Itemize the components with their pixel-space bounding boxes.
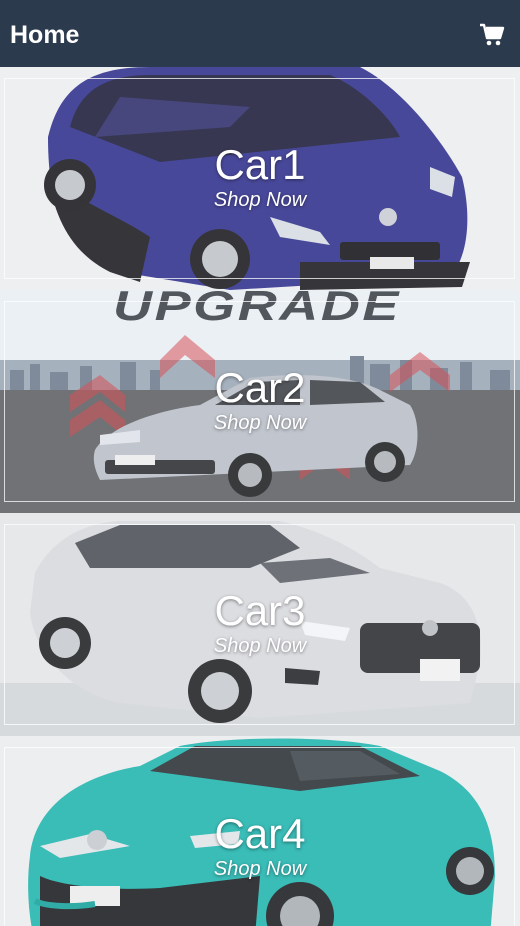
car-1-name: Car1 — [214, 141, 306, 188]
page-title: Home — [10, 21, 80, 49]
car-list: Car1 Shop Now UPGRADE Car2 Shop Now Car3… — [0, 67, 520, 926]
car-card-1[interactable]: Car1 Shop Now — [0, 67, 520, 290]
car-card-4[interactable]: Car4 Shop Now — [0, 736, 520, 926]
car-card-3[interactable]: Car3 Shop Now — [0, 513, 520, 736]
car-4-name: Car4 — [214, 810, 306, 857]
cart-button[interactable] — [474, 17, 510, 53]
car-1-caption: Car1 Shop Now — [0, 142, 520, 212]
car-card-2[interactable]: UPGRADE Car2 Shop Now — [0, 290, 520, 513]
car-3-caption: Car3 Shop Now — [0, 588, 520, 658]
top-app-bar: Home — [0, 0, 520, 67]
car-4-caption: Car4 Shop Now — [0, 811, 520, 881]
shopping-cart-icon — [480, 23, 505, 45]
car-3-shop-now-link[interactable]: Shop Now — [0, 634, 520, 658]
car-2-name: Car2 — [214, 364, 306, 411]
car-1-shop-now-link[interactable]: Shop Now — [0, 188, 520, 212]
car-3-name: Car3 — [214, 587, 306, 634]
app-root: Home Car1 Shop Now UPGRADE Car2 Shop Now… — [0, 0, 520, 926]
car-2-caption: Car2 Shop Now — [0, 365, 520, 435]
car-4-shop-now-link[interactable]: Shop Now — [0, 857, 520, 881]
car-2-shop-now-link[interactable]: Shop Now — [0, 411, 520, 435]
